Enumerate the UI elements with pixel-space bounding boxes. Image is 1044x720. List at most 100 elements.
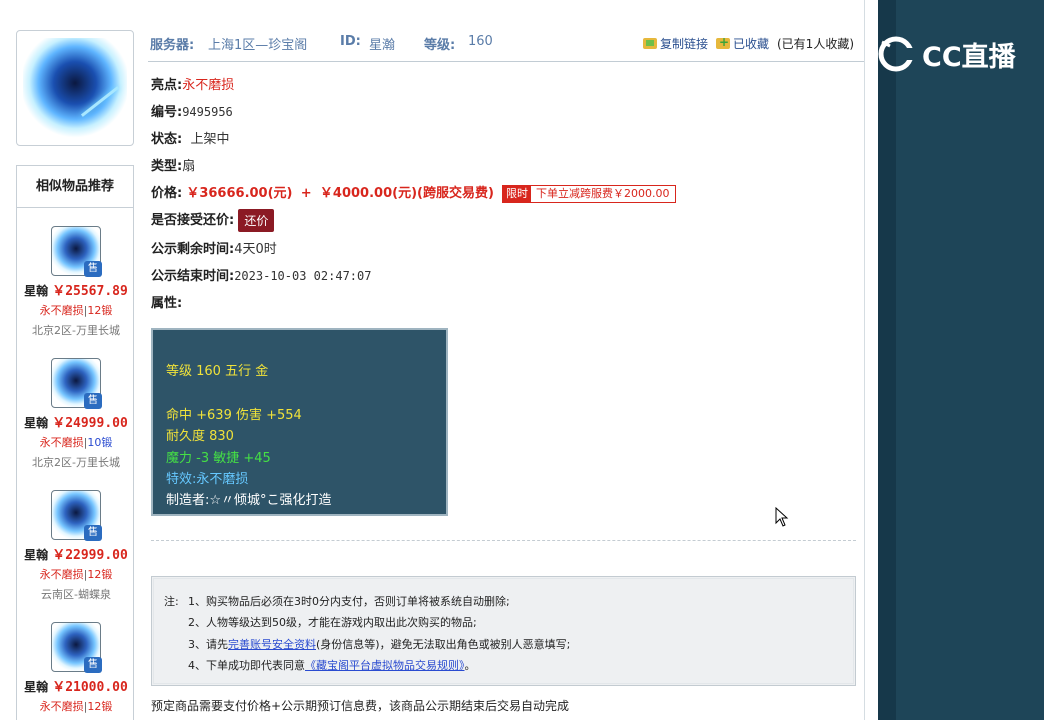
note-4-pre: 4、下单成功即代表同意	[188, 659, 305, 672]
stream-side-panel	[878, 0, 1044, 720]
status-row: 状态: 上架中	[151, 128, 229, 147]
attribute-panel: 等级 160 五行 金 命中 +639 伤害 +554 耐久度 830 魔力 -…	[151, 328, 448, 516]
item-image	[16, 30, 134, 146]
similar-item[interactable]: 售 星翰 ￥21000.00 永不磨损|12锻	[17, 622, 135, 714]
end-time-label: 公示结束时间:	[151, 269, 235, 284]
attr-maker: 制造者:☆〃倾城°こ强化打造	[166, 493, 332, 508]
cc-live-logo: CC直播	[876, 32, 1016, 76]
note-3-pre: 3、请先	[188, 638, 228, 651]
sale-badge: 售	[84, 525, 102, 541]
limited-offer-badge: 限时 下单立减跨服费￥2000.00	[502, 184, 676, 203]
similar-item[interactable]: 售 星翰 ￥25567.89 永不磨损|12锻 北京2区-万里长城	[17, 226, 135, 338]
attr-special-effect: 特效:永不磨损	[166, 472, 249, 487]
favorite-count: (已有1人收藏)	[777, 37, 854, 51]
copy-link-label: 复制链接	[659, 37, 708, 51]
item-server: 北京2区-万里长城	[32, 324, 120, 337]
remain-time-row: 公示剩余时间:4天0时	[151, 238, 277, 257]
item-price: ￥22999.00	[52, 548, 128, 563]
attribute-label: 属性:	[151, 296, 183, 311]
item-price: ￥24999.00	[52, 416, 128, 431]
limit-tag-desc: 下单立减跨服费￥2000.00	[531, 185, 675, 202]
attr-hit-damage: 命中 +639 伤害 +554	[166, 408, 302, 423]
scroll-gutter	[864, 0, 878, 720]
type-label: 类型:	[151, 159, 183, 174]
remain-time-value: 4天0时	[234, 242, 277, 257]
item-header: 服务器: 上海1区—珍宝阁 ID: 星瀚 等级: 160 复制链接 已收藏 (已…	[148, 28, 864, 62]
note-3-post: (身份信息等)，避免无法取出角色或被别人恶意填写;	[316, 638, 571, 651]
item-level: 10锻	[87, 436, 113, 449]
note-prefix: 注:	[164, 595, 179, 608]
highlight-row: 亮点:永不磨损	[151, 74, 234, 93]
status-value: 上架中	[190, 132, 230, 147]
end-time-value: 2023-10-03 02:47:07	[234, 269, 372, 283]
price-row: 价格: ￥36666.00(元) + ￥4000.00(元)(跨服交易费) 限时…	[151, 182, 676, 203]
cc-logo-icon	[878, 36, 916, 72]
type-row: 类型:扇	[151, 155, 195, 174]
limit-tag-label: 限时	[503, 185, 532, 202]
number-value: 9495956	[182, 105, 233, 119]
account-security-link[interactable]: 完善账号安全资料	[228, 638, 316, 651]
item-price: ￥21000.00	[52, 680, 128, 695]
status-label: 状态:	[151, 132, 183, 147]
level-label: 等级:	[424, 38, 456, 53]
logo-text: CC直播	[922, 41, 1016, 73]
note-1: 1、购买物品后必须在3时0分内支付，否则订单将被系统自动删除;	[188, 595, 510, 608]
sidebar-title: 相似物品推荐	[17, 166, 133, 208]
note-4-post: 。	[464, 659, 476, 672]
counter-offer-label: 是否接受还价:	[151, 213, 235, 228]
favorite-button[interactable]: 已收藏	[715, 35, 769, 52]
item-thumbnail[interactable]: 售	[51, 490, 102, 541]
server-value: 上海1区—珍宝阁	[208, 38, 308, 53]
similar-item[interactable]: 售 星翰 ￥22999.00 永不磨损|12锻 云南区-蝴蝶泉	[17, 490, 135, 602]
favorite-icon	[715, 35, 730, 49]
notes-box: 注: 1、购买物品后必须在3时0分内支付，否则订单将被系统自动删除; 2、人物等…	[151, 576, 856, 686]
mouse-cursor-icon	[775, 507, 789, 527]
attr-durability: 耐久度 830	[166, 429, 234, 444]
type-value: 扇	[182, 159, 196, 174]
similar-items-sidebar: 相似物品推荐 售 星翰 ￥25567.89 永不磨损|12锻 北京2区-万里长城 …	[16, 165, 134, 720]
copy-link-button[interactable]: 复制链接	[642, 35, 708, 52]
counter-offer-button[interactable]: 还价	[238, 209, 275, 232]
item-server: 北京2区-万里长城	[32, 456, 120, 469]
number-label: 编号:	[151, 105, 183, 120]
item-name: 星翰	[24, 680, 49, 694]
price-label: 价格:	[151, 186, 183, 201]
sale-badge: 售	[84, 261, 102, 277]
item-tag: 永不磨损	[39, 436, 84, 449]
attribute-row: 属性:	[151, 292, 182, 311]
item-thumbnail[interactable]: 售	[51, 226, 102, 277]
price-value: ￥36666.00(元)	[186, 186, 293, 201]
trade-rules-link[interactable]: 《藏宝阁平台虚拟物品交易规则》	[305, 659, 465, 672]
item-thumbnail[interactable]: 售	[51, 358, 102, 409]
note-2: 2、人物等级达到50级，才能在游戏内取出此次购买的物品;	[188, 616, 477, 629]
item-name: 星翰	[24, 416, 49, 430]
counter-offer-row: 是否接受还价: 还价	[151, 209, 275, 232]
note-4: 4、下单成功即代表同意《藏宝阁平台虚拟物品交易规则》。	[188, 657, 476, 673]
remain-time-label: 公示剩余时间:	[151, 242, 235, 257]
attr-magic-agility: 魔力 -3 敏捷 +45	[166, 451, 271, 466]
item-level: 12锻	[87, 568, 113, 581]
level-value: 160	[468, 34, 493, 49]
attr-level-element: 等级 160 五行 金	[166, 364, 269, 379]
item-thumbnail[interactable]: 售	[51, 622, 102, 673]
item-tag: 永不磨损	[39, 700, 84, 713]
note-3: 3、请先完善账号安全资料(身份信息等)，避免无法取出角色或被别人恶意填写;	[188, 636, 570, 652]
favorite-label: 已收藏	[732, 37, 769, 51]
sale-badge: 售	[84, 657, 102, 673]
end-time-row: 公示结束时间:2023-10-03 02:47:07	[151, 265, 371, 284]
price-plus: +	[300, 186, 312, 201]
number-row: 编号:9495956	[151, 101, 233, 120]
similar-item[interactable]: 售 星翰 ￥24999.00 永不磨损|10锻 北京2区-万里长城	[17, 358, 135, 470]
item-server: 云南区-蝴蝶泉	[41, 588, 111, 601]
server-label: 服务器:	[150, 38, 195, 53]
item-price: ￥25567.89	[52, 284, 128, 299]
cross-server-fee: ￥4000.00(元)(跨服交易费)	[319, 186, 494, 201]
item-tag: 永不磨损	[39, 304, 84, 317]
highlight-value: 永不磨损	[182, 78, 235, 93]
side-panel-stripe	[878, 0, 896, 720]
item-level: 12锻	[87, 304, 113, 317]
id-label: ID:	[340, 34, 361, 49]
item-tag: 永不磨损	[39, 568, 84, 581]
id-value: 星瀚	[369, 38, 396, 53]
highlight-label: 亮点:	[151, 78, 183, 93]
